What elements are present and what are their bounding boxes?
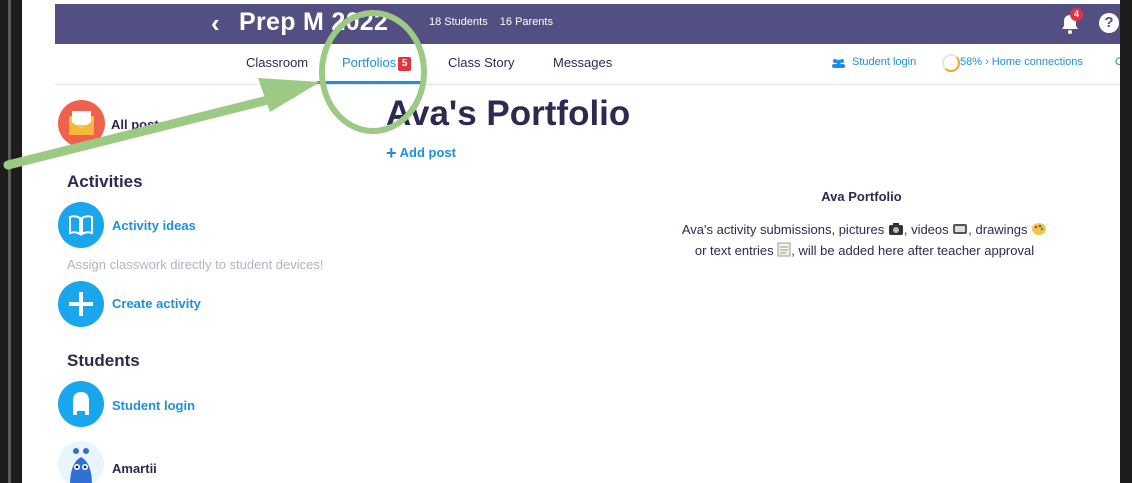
portfolios-badge: 5: [398, 57, 412, 71]
plus-small-icon: +: [386, 143, 397, 163]
notification-badge: 4: [1070, 8, 1083, 21]
student-icon: [58, 381, 104, 427]
envelope-icon: [58, 100, 105, 147]
page-title: Ava's Portfolio: [386, 94, 631, 133]
student-login-link: Student login: [112, 398, 196, 413]
empty-text-1: Ava's activity submissions, pictures: [681, 222, 885, 237]
class-header: ‹ Prep M 2022 18 Students 16 Parents 4 ?: [55, 4, 1120, 44]
empty-state-title: Ava Portfolio: [821, 189, 902, 204]
nav-student-login[interactable]: Student login: [852, 56, 916, 68]
tab-classroom[interactable]: Classroom: [246, 55, 308, 70]
tv-icon: [953, 224, 968, 234]
camera-icon: [888, 223, 903, 235]
active-tab-indicator: [317, 81, 425, 84]
avatar: [58, 441, 104, 483]
empty-state-description: Ava's activity submissions, pictures , v…: [622, 219, 1107, 261]
main-nav: Classroom Portfolios 5 Class Story Messag…: [55, 44, 1120, 85]
nav-overflow-link[interactable]: O: [1115, 56, 1120, 68]
memo-icon: [777, 242, 791, 257]
add-post-button[interactable]: + Add post: [386, 143, 456, 164]
palette-icon: [1032, 223, 1047, 235]
plus-icon: [58, 281, 104, 327]
chevron-left-icon[interactable]: ‹: [211, 8, 220, 39]
empty-text-5: , will be added here after teacher appro…: [791, 243, 1035, 258]
home-connections-link[interactable]: 58% › Home connections: [960, 56, 1083, 68]
class-title: Prep M 2022: [239, 8, 389, 36]
all-posts-label: All posts: [111, 117, 166, 132]
class-counts: 18 Students 16 Parents: [429, 16, 562, 28]
tab-class-story[interactable]: Class Story: [448, 55, 514, 70]
tab-portfolios-label: Portfolios: [342, 55, 397, 70]
empty-text-4: or text entries: [694, 243, 774, 258]
empty-text-3: , drawings: [968, 222, 1028, 237]
add-post-label: Add post: [399, 145, 456, 160]
progress-ring-icon: [942, 54, 960, 72]
activities-heading: Activities: [67, 172, 143, 191]
create-activity-link: Create activity: [112, 296, 201, 311]
app-window: ‹ Prep M 2022 18 Students 16 Parents 4 ?…: [22, 0, 1120, 483]
book-icon: [58, 202, 104, 248]
left-frame: [0, 0, 22, 483]
help-icon[interactable]: ?: [1099, 13, 1119, 33]
right-frame: [1120, 0, 1132, 483]
tab-portfolios[interactable]: Portfolios 5: [342, 55, 412, 71]
parents-count[interactable]: 16 Parents: [500, 16, 553, 28]
students-heading: Students: [67, 351, 140, 370]
assign-classwork-hint: Assign classwork directly to student dev…: [67, 257, 324, 272]
student-name: Amartii: [112, 461, 157, 476]
activity-ideas-link: Activity ideas: [112, 218, 196, 233]
students-icon: [832, 59, 845, 68]
students-count[interactable]: 18 Students: [429, 16, 488, 28]
tab-messages[interactable]: Messages: [553, 55, 612, 70]
empty-text-2: , videos: [903, 222, 949, 237]
